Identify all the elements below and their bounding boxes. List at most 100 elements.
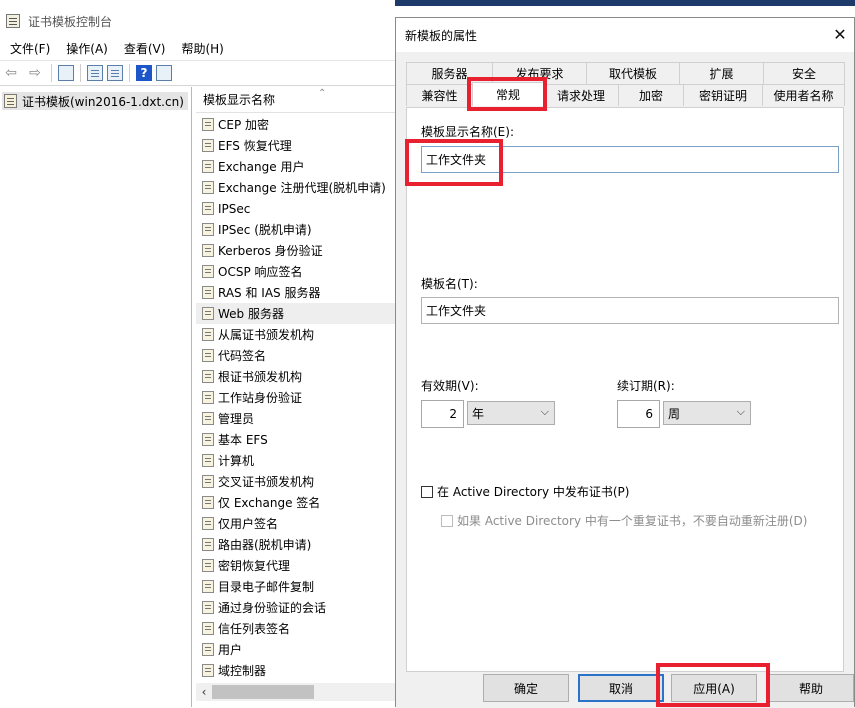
ok-button[interactable]: 确定 xyxy=(483,674,569,702)
list-item[interactable]: Exchange 注册代理(脱机申请) xyxy=(196,177,398,198)
validity-period-input[interactable]: 2 xyxy=(421,400,464,428)
list-item[interactable]: Web 服务器 xyxy=(196,303,398,324)
list-item[interactable]: 通过身份验证的会话 xyxy=(196,597,398,618)
list-item[interactable]: Exchange 用户 xyxy=(196,156,398,177)
list-item[interactable]: EFS 恢复代理 xyxy=(196,135,398,156)
list-item[interactable]: 仅用户签名 xyxy=(196,513,398,534)
tab-server[interactable]: 服务器 xyxy=(406,62,493,84)
checkbox-box[interactable] xyxy=(421,485,433,498)
certificate-template-icon xyxy=(202,412,214,425)
certificate-template-icon xyxy=(202,517,214,530)
list-item-label: 仅用户签名 xyxy=(218,517,279,531)
menu-file[interactable]: 文件(F) xyxy=(2,40,58,57)
help-button[interactable]: 帮助 xyxy=(768,674,854,702)
certificate-template-icon xyxy=(202,454,214,467)
certificate-template-icon xyxy=(202,559,214,572)
template-name-label: 模板名(T): xyxy=(421,277,478,291)
renewal-period-input[interactable]: 6 xyxy=(617,400,660,428)
list-item[interactable]: Kerberos 身份验证 xyxy=(196,240,398,261)
export-list-icon[interactable] xyxy=(107,65,123,81)
menu-help[interactable]: 帮助(H) xyxy=(173,40,231,57)
tab-row-back: 服务器 发布要求 取代模板 扩展 安全 xyxy=(406,62,845,84)
display-name-field[interactable]: 工作文件夹 xyxy=(421,146,839,173)
list-item[interactable]: 用户 xyxy=(196,639,398,660)
show-console-tree-icon[interactable] xyxy=(58,65,74,81)
list-item[interactable]: 信任列表签名 xyxy=(196,618,398,639)
list-item[interactable]: CEP 加密 xyxy=(196,114,398,135)
list-item[interactable]: 路由器(脱机申请) xyxy=(196,534,398,555)
close-icon[interactable]: ✕ xyxy=(830,24,850,44)
certificate-template-icon xyxy=(202,622,214,635)
mmc-window-title: 证书模板控制台 xyxy=(28,14,113,29)
tab-compatibility[interactable]: 兼容性 xyxy=(406,84,473,106)
renewal-unit-value: 周 xyxy=(668,406,681,421)
menu-action[interactable]: 操作(A) xyxy=(58,40,116,57)
list-item[interactable]: RAS 和 IAS 服务器 xyxy=(196,282,398,303)
chevron-down-icon: ⌵ xyxy=(736,405,745,418)
list-item[interactable]: IPSec (脱机申请) xyxy=(196,219,398,240)
tab-general[interactable]: 常规 xyxy=(472,82,544,106)
list-item[interactable]: 仅 Exchange 签名 xyxy=(196,492,398,513)
tab-security[interactable]: 安全 xyxy=(763,62,845,84)
list-item[interactable]: 域控制器 xyxy=(196,660,398,681)
column-header-label: 模板显示名称 xyxy=(203,93,276,107)
menu-view[interactable]: 查看(V) xyxy=(116,40,174,57)
list-item[interactable]: 基本 EFS xyxy=(196,429,398,450)
renewal-unit-select[interactable]: 周 ⌵ xyxy=(663,401,751,425)
scrollbar-thumb[interactable] xyxy=(212,685,314,699)
list-item[interactable]: 工作站身份验证 xyxy=(196,387,398,408)
list-item-label: Exchange 注册代理(脱机申请) xyxy=(218,181,386,195)
certificate-template-icon xyxy=(202,244,214,257)
scroll-left-icon[interactable]: ‹ xyxy=(196,685,212,699)
help-icon[interactable]: ? xyxy=(136,65,152,81)
list-item[interactable]: 交叉证书颁发机构 xyxy=(196,471,398,492)
certificate-template-icon xyxy=(202,538,214,551)
list-item-label: 工作站身份验证 xyxy=(218,391,303,405)
show-action-pane-icon[interactable] xyxy=(156,65,172,81)
publish-in-ad-checkbox[interactable]: 在 Active Directory 中发布证书(P) xyxy=(421,483,629,500)
toolbar-separator xyxy=(51,64,52,82)
list-item-label: CEP 加密 xyxy=(218,118,270,132)
list-item[interactable]: 从属证书颁发机构 xyxy=(196,324,398,345)
list-item[interactable]: IPSec xyxy=(196,198,398,219)
properties-icon[interactable] xyxy=(87,65,103,81)
list-item-label: 路由器(脱机申请) xyxy=(218,538,312,552)
tree-item-certificate-templates[interactable]: 证书模板(win2016-1.dxt.cn) xyxy=(2,92,188,110)
apply-button[interactable]: 应用(A) xyxy=(671,674,757,702)
certificate-template-icon xyxy=(202,475,214,488)
cancel-button[interactable]: 取消 xyxy=(578,674,664,702)
toolbar-separator xyxy=(129,64,130,82)
list-item-label: 管理员 xyxy=(218,412,255,426)
certificate-template-icon xyxy=(202,601,214,614)
tab-key-attestation[interactable]: 密钥证明 xyxy=(683,84,763,106)
list-item[interactable]: 计算机 xyxy=(196,450,398,471)
back-arrow-icon[interactable]: ⇦ xyxy=(1,63,21,83)
list-item[interactable]: 管理员 xyxy=(196,408,398,429)
column-header-display-name[interactable]: 模板显示名称 ⌃ xyxy=(196,87,398,113)
list-item-label: 用户 xyxy=(218,643,243,657)
tab-extensions[interactable]: 扩展 xyxy=(679,62,764,84)
validity-unit-select[interactable]: 年 ⌵ xyxy=(467,401,555,425)
list-item[interactable]: 密钥恢复代理 xyxy=(196,555,398,576)
list-item-label: 信任列表签名 xyxy=(218,622,291,636)
list-item[interactable]: OCSP 响应签名 xyxy=(196,261,398,282)
certificate-template-icon xyxy=(202,580,214,593)
template-name-field[interactable]: 工作文件夹 xyxy=(421,297,839,324)
tab-issuance-requirements[interactable]: 发布要求 xyxy=(492,62,587,84)
tab-superseded-templates[interactable]: 取代模板 xyxy=(586,62,680,84)
general-tab-page: 模板显示名称(E): 工作文件夹 模板名(T): 工作文件夹 有效期(V): 2… xyxy=(406,107,844,672)
certificate-template-icon xyxy=(202,496,214,509)
list-item[interactable]: 目录电子邮件复制 xyxy=(196,576,398,597)
checkbox-box xyxy=(441,514,453,527)
horizontal-scrollbar[interactable]: ‹ xyxy=(196,683,398,701)
forward-arrow-icon[interactable]: ⇨ xyxy=(25,63,45,83)
tab-request-handling[interactable]: 请求处理 xyxy=(543,84,619,106)
list-item-label: IPSec xyxy=(218,201,251,216)
tab-subject-name[interactable]: 使用者名称 xyxy=(762,84,845,106)
tab-cryptography[interactable]: 加密 xyxy=(618,84,684,106)
list-item[interactable]: 代码签名 xyxy=(196,345,398,366)
dialog-title: 新模板的属性 xyxy=(405,28,478,43)
list-item[interactable]: 根证书颁发机构 xyxy=(196,366,398,387)
list-item-label: 交叉证书颁发机构 xyxy=(218,475,315,489)
list-item-label: IPSec (脱机申请) xyxy=(218,223,312,237)
